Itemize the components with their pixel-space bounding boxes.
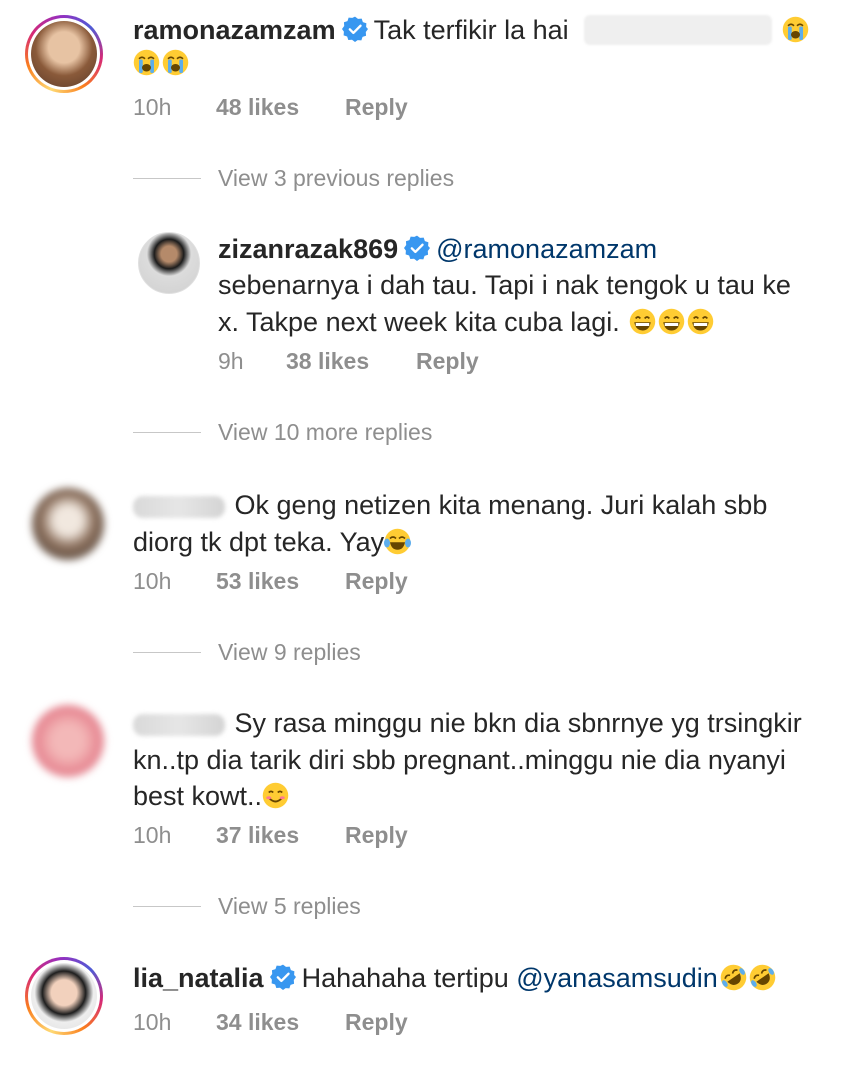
avatar[interactable] <box>31 21 97 87</box>
avatar[interactable] <box>138 232 200 294</box>
username[interactable]: ramonazamzam <box>133 15 336 45</box>
mention-link[interactable]: @ramonazamzam <box>436 234 657 264</box>
replies-divider <box>133 432 201 433</box>
comment-text-line: Sy rasa minggu nie bkn dia sbnrnye yg tr… <box>234 708 802 738</box>
grinning-face-icon <box>658 308 685 335</box>
tears-of-joy-face-icon <box>384 528 411 555</box>
replies-divider <box>133 906 201 907</box>
avatar[interactable] <box>32 705 104 777</box>
comment-text-line: x. Takpe next week kita cuba lagi. <box>218 307 620 337</box>
verified-badge-icon <box>270 964 296 990</box>
view-replies-button[interactable]: View 5 replies <box>218 893 361 920</box>
reply-button[interactable]: Reply <box>345 1009 408 1036</box>
verified-badge-icon <box>404 235 430 261</box>
mention-link[interactable]: @yanasamsudin <box>516 963 718 993</box>
hidden-username[interactable] <box>133 495 225 518</box>
comment-meta: 10h 48 likes Reply <box>133 94 408 121</box>
loudly-crying-face-icon <box>162 49 189 76</box>
rolling-on-floor-laughing-icon <box>720 964 747 991</box>
hidden-username[interactable] <box>133 713 225 736</box>
comment-text-line: Ok geng netizen kita menang. Juri kalah … <box>234 490 768 520</box>
replies-divider <box>133 178 201 179</box>
view-replies-button[interactable]: View 9 replies <box>218 639 361 666</box>
timestamp: 10h <box>133 1009 172 1035</box>
replies-divider <box>133 652 201 653</box>
reply-button[interactable]: Reply <box>416 348 479 375</box>
comment-text-line: sebenarnya i dah tau. Tapi i nak tengok … <box>218 270 791 300</box>
likes-count[interactable]: 53 likes <box>216 568 299 595</box>
likes-count[interactable]: 34 likes <box>216 1009 299 1036</box>
grinning-face-icon <box>687 308 714 335</box>
comment-text: Hahahaha tertipu <box>301 963 509 993</box>
likes-count[interactable]: 38 likes <box>286 348 369 375</box>
redacted-text <box>584 15 773 45</box>
comment-meta: 10h 37 likes Reply <box>133 822 408 849</box>
likes-count[interactable]: 37 likes <box>216 822 299 849</box>
reply-button[interactable]: Reply <box>345 94 408 121</box>
likes-count[interactable]: 48 likes <box>216 94 299 121</box>
comment-text: Tak terfikir la hai <box>373 15 569 45</box>
rolling-on-floor-laughing-icon <box>749 964 776 991</box>
comment-meta: 10h 34 likes Reply <box>133 1009 408 1036</box>
timestamp: 10h <box>133 822 172 848</box>
username[interactable]: lia_natalia <box>133 963 264 993</box>
timestamp: 10h <box>133 94 172 120</box>
avatar[interactable] <box>32 488 104 560</box>
reply-button[interactable]: Reply <box>345 568 408 595</box>
view-previous-replies-button[interactable]: View 3 previous replies <box>218 165 454 192</box>
comment-text-line: kn..tp dia tarik diri sbb pregnant..ming… <box>133 745 786 775</box>
comment-text-line: diorg tk dpt teka. Yay <box>133 527 385 557</box>
timestamp: 9h <box>218 348 244 374</box>
username[interactable]: zizanrazak869 <box>218 234 398 264</box>
reply-button[interactable]: Reply <box>345 822 408 849</box>
smiling-face-icon <box>262 782 289 809</box>
comment-meta: 10h 53 likes Reply <box>133 568 408 595</box>
avatar[interactable] <box>31 963 97 1029</box>
loudly-crying-face-icon <box>133 49 160 76</box>
comment-text-line: best kowt.. <box>133 781 263 811</box>
timestamp: 10h <box>133 568 172 594</box>
grinning-face-icon <box>629 308 656 335</box>
comment-meta: 9h 38 likes Reply <box>218 348 479 375</box>
loudly-crying-face-icon <box>782 16 809 43</box>
view-more-replies-button[interactable]: View 10 more replies <box>218 419 432 446</box>
verified-badge-icon <box>342 16 368 42</box>
